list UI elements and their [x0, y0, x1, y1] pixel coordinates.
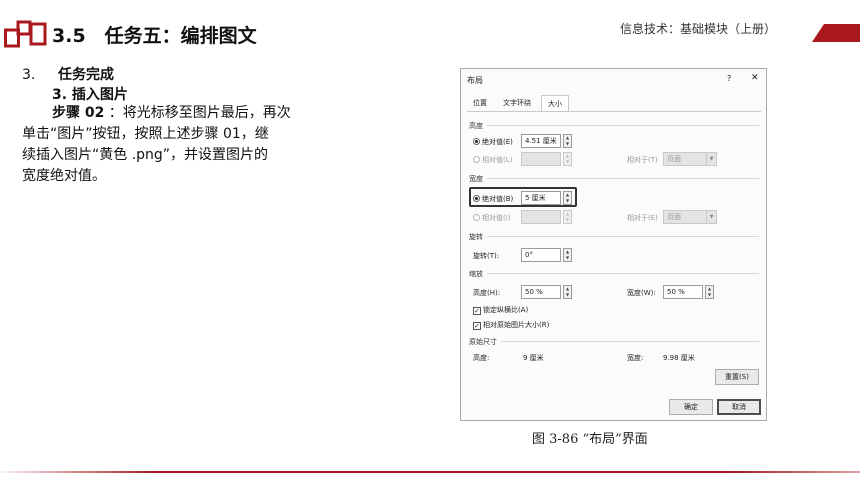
rotate-input[interactable]: 0° — [521, 248, 561, 262]
scale-width-label: 宽度(W): — [627, 289, 656, 297]
relative-original-checkbox[interactable]: ✓ 相对原始图片大小(R) — [473, 320, 549, 330]
width-relative-spinner[interactable]: ▲ ▼ — [563, 210, 572, 224]
lock-aspect-label: 锁定纵横比(A) — [483, 306, 529, 314]
width-absolute-spinner[interactable]: ▲ ▼ — [563, 191, 572, 205]
group-divider — [487, 236, 759, 237]
width-relative-radio[interactable]: 相对值(I) — [473, 213, 511, 223]
width-relative-to-select[interactable]: 页面 ▼ — [663, 210, 717, 224]
width-relative-label: 相对值(I) — [482, 214, 511, 222]
paragraph-line: 宽度绝对值。 — [22, 168, 106, 184]
radio-unselected-icon — [473, 214, 480, 221]
scale-height-input[interactable]: 50 % — [521, 285, 561, 299]
footer-rule — [0, 471, 860, 473]
heading-text: 任务完成 — [58, 67, 114, 83]
instruction-paragraph: 步骤 02 ：将光标移至图片最后，再次 单击“图片”按钮，按照上述步骤 01，继… — [22, 103, 367, 187]
width-relative-to-label: 相对于(E) — [627, 214, 658, 222]
paragraph-line: 单击“图片”按钮，按照上述步骤 01，继 — [22, 126, 269, 142]
original-height-label: 高度: — [473, 354, 490, 362]
cancel-button[interactable]: 取消 — [717, 399, 761, 415]
scale-height-label: 高度(H): — [473, 289, 501, 297]
height-relative-radio[interactable]: 相对值(L) — [473, 155, 512, 165]
relative-original-label: 相对原始图片大小(R) — [483, 321, 550, 329]
heading: 3. 任务完成 — [22, 64, 114, 84]
checkbox-checked-icon: ✓ — [473, 307, 481, 315]
ok-button[interactable]: 确定 — [669, 399, 713, 415]
group-divider — [501, 341, 759, 342]
height-relative-to-label: 相对于(T) — [627, 156, 658, 164]
chevron-down-icon: ▼ — [706, 153, 716, 165]
heading-number: 3. — [22, 67, 36, 83]
scale-width-spinner[interactable]: ▲ ▼ — [705, 285, 714, 299]
scale-height-spinner[interactable]: ▲ ▼ — [563, 285, 572, 299]
height-group-label: 高度 — [469, 122, 483, 130]
section-logo-icon — [4, 20, 47, 48]
width-absolute-input[interactable]: 5 厘米 — [521, 191, 561, 205]
close-icon[interactable]: ✕ — [751, 73, 759, 83]
rotate-spinner[interactable]: ▲ ▼ — [563, 248, 572, 262]
radio-unselected-icon — [473, 156, 480, 163]
width-group-label: 宽度 — [469, 175, 483, 183]
lock-aspect-checkbox[interactable]: ✓ 锁定纵横比(A) — [473, 305, 528, 315]
step-label: 步骤 02 — [52, 105, 105, 121]
group-divider — [487, 178, 759, 179]
header-accent-bar — [812, 24, 860, 42]
scale-group-label: 缩放 — [469, 270, 483, 278]
dialog-title: 布局 — [467, 76, 483, 85]
tab-size[interactable]: 大小 — [541, 95, 569, 111]
height-absolute-radio[interactable]: 绝对值(E) — [473, 137, 513, 147]
original-group-label: 原始尺寸 — [469, 338, 497, 346]
tab-divider — [467, 111, 761, 112]
width-relative-to-value: 页面 — [667, 213, 681, 221]
checkbox-checked-icon: ✓ — [473, 322, 481, 330]
paragraph-text: ：将光标移至图片最后，再次 — [104, 105, 291, 121]
paragraph-line: 步骤 02 ：将光标移至图片最后，再次 — [22, 103, 367, 124]
width-absolute-label: 绝对值(B) — [482, 195, 514, 203]
height-absolute-input[interactable]: 4.51 厘米 — [521, 134, 561, 148]
height-relative-to-value: 页面 — [667, 155, 681, 163]
scale-width-input[interactable]: 50 % — [663, 285, 703, 299]
height-relative-to-select[interactable]: 页面 ▼ — [663, 152, 717, 166]
rotate-group-label: 旋转 — [469, 233, 483, 241]
group-divider — [487, 125, 759, 126]
height-relative-spinner[interactable]: ▲ ▼ — [563, 152, 572, 166]
section-title: 3.5 任务五：编排图文 — [52, 25, 257, 47]
original-height-value: 9 厘米 — [523, 354, 544, 362]
figure-caption: 图 3-86 “布局”界面 — [532, 432, 648, 447]
tab-text-wrap[interactable]: 文字环绕 — [497, 95, 537, 111]
height-absolute-label: 绝对值(E) — [482, 138, 513, 146]
paragraph-line: 续插入图片“黄色 .png”，并设置图片的 — [22, 147, 269, 163]
height-absolute-spinner[interactable]: ▲ ▼ — [563, 134, 572, 148]
tab-position[interactable]: 位置 — [467, 95, 493, 111]
layout-dialog: 布局 ? ✕ 位置 文字环绕 大小 高度 绝对值(E) 4.51 厘米 ▲ ▼ 相… — [460, 68, 767, 421]
chevron-down-icon: ▼ — [706, 211, 716, 223]
subheading: 3. 插入图片 — [52, 87, 128, 103]
book-title: 信息技术：基础模块（上册） — [620, 22, 777, 36]
original-width-value: 9.98 厘米 — [663, 354, 695, 362]
width-absolute-radio[interactable]: 绝对值(B) — [473, 194, 513, 204]
height-relative-input[interactable] — [521, 152, 561, 166]
radio-selected-icon — [473, 195, 480, 202]
reset-button[interactable]: 重置(S) — [715, 369, 759, 385]
width-relative-input[interactable] — [521, 210, 561, 224]
group-divider — [487, 273, 759, 274]
height-relative-label: 相对值(L) — [482, 156, 513, 164]
original-width-label: 宽度: — [627, 354, 644, 362]
rotate-label: 旋转(T): — [473, 252, 500, 260]
help-icon[interactable]: ? — [727, 74, 731, 83]
radio-selected-icon — [473, 138, 480, 145]
